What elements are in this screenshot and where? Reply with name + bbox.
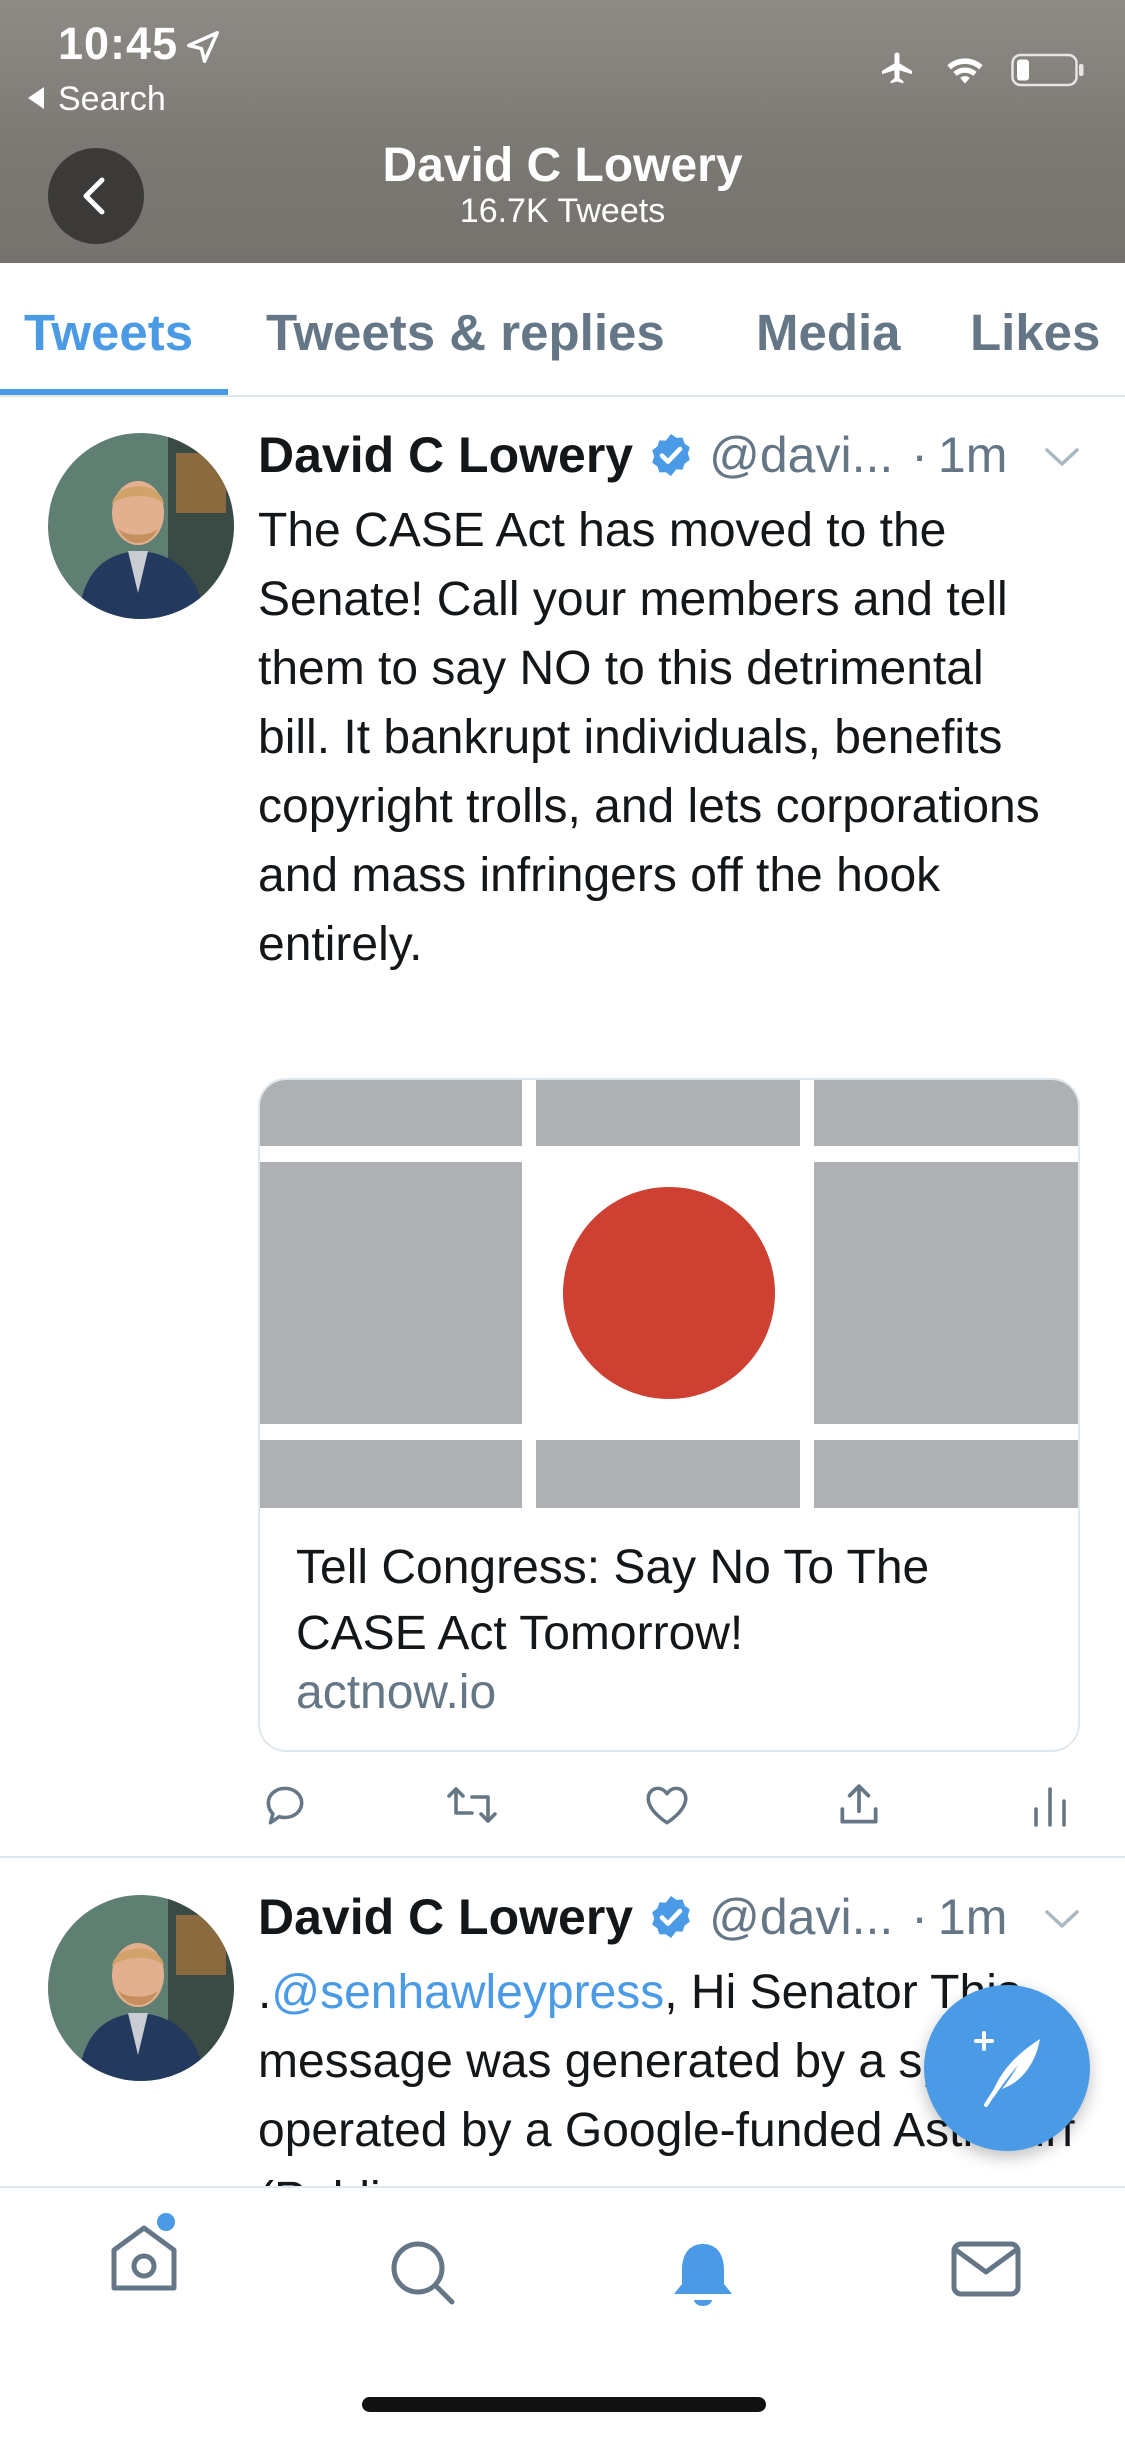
profile-tabs: Tweets Tweets & replies Media Likes <box>0 263 1125 397</box>
battery-icon <box>1011 53 1084 87</box>
tweet-timestamp[interactable]: 1m <box>938 426 1007 484</box>
tab-tweets-and-replies[interactable]: Tweets & replies <box>266 303 665 362</box>
tweet-actions <box>258 1780 1078 1832</box>
card-title: Tell Congress: Say No To The CASE Act To… <box>296 1541 930 1660</box>
tweet-header: David C Lowery @davi... · 1m <box>258 1888 1007 1946</box>
search-icon[interactable] <box>388 2238 458 2308</box>
back-app-label: Search <box>58 80 166 118</box>
chevron-down-icon[interactable] <box>1043 1908 1081 1932</box>
status-time: 10:45 <box>58 18 179 69</box>
profile-header: 10:45 Search David C Lowery 16.7K Tweets <box>0 0 1125 263</box>
chevron-down-icon[interactable] <box>1043 446 1081 470</box>
tweet-separator: · <box>911 427 928 483</box>
header-tweet-count: 16.7K Tweets <box>459 192 666 230</box>
verified-badge-icon <box>652 1896 690 1938</box>
tweet-text-prefix: . <box>258 1966 272 2019</box>
status-icons <box>875 48 1085 92</box>
back-to-app-link[interactable]: Search <box>28 80 166 119</box>
header-title: David C Lowery <box>382 139 743 192</box>
tweet-author-name[interactable]: David C Lowery <box>258 1888 633 1946</box>
home-icon[interactable] <box>104 2210 184 2294</box>
tweet-separator: · <box>911 1889 928 1945</box>
retweet-icon[interactable] <box>444 1780 500 1830</box>
compose-feather-icon <box>974 2031 1040 2107</box>
tweet-divider <box>0 1856 1125 1858</box>
mention-link[interactable]: @senhawleypress <box>271 1966 664 2019</box>
like-icon[interactable] <box>642 1780 692 1830</box>
verified-badge-icon <box>652 434 690 476</box>
tweet-author-name[interactable]: David C Lowery <box>258 426 633 484</box>
tweet-header: David C Lowery @davi... · 1m <box>258 426 1007 484</box>
tweet-author-handle[interactable]: @davi... <box>709 1888 893 1946</box>
tweet-timestamp[interactable]: 1m <box>938 1888 1007 1946</box>
analytics-icon[interactable] <box>1030 1780 1070 1830</box>
avatar[interactable] <box>48 433 234 619</box>
reply-icon[interactable] <box>260 1780 310 1830</box>
notifications-bell-icon[interactable] <box>668 2238 738 2312</box>
avatar[interactable] <box>48 1895 234 2081</box>
tab-media[interactable]: Media <box>756 303 901 362</box>
active-tab-indicator <box>0 389 228 395</box>
wifi-icon <box>947 58 983 84</box>
avatar-photo <box>48 1895 234 2081</box>
tab-tweets[interactable]: Tweets <box>24 303 193 362</box>
back-triangle-icon <box>28 87 44 109</box>
share-icon[interactable] <box>834 1780 884 1830</box>
tab-likes[interactable]: Likes <box>970 303 1100 362</box>
avatar-photo <box>48 433 234 619</box>
tweet-author-handle[interactable]: @davi... <box>709 426 893 484</box>
compose-tweet-button[interactable] <box>924 1985 1090 2151</box>
tweet-text: The CASE Act has moved to the Senate! Ca… <box>258 504 1040 971</box>
card-image <box>260 1080 1078 1508</box>
card-image-graphic <box>260 1080 1078 1508</box>
card-domain: actnow.io <box>296 1666 497 1719</box>
home-indicator[interactable] <box>362 2397 766 2412</box>
messages-envelope-icon[interactable] <box>950 2238 1022 2300</box>
location-arrow-icon <box>187 31 219 63</box>
airplane-icon <box>882 52 912 84</box>
link-card[interactable]: Tell Congress: Say No To The CASE Act To… <box>258 1078 1080 1752</box>
